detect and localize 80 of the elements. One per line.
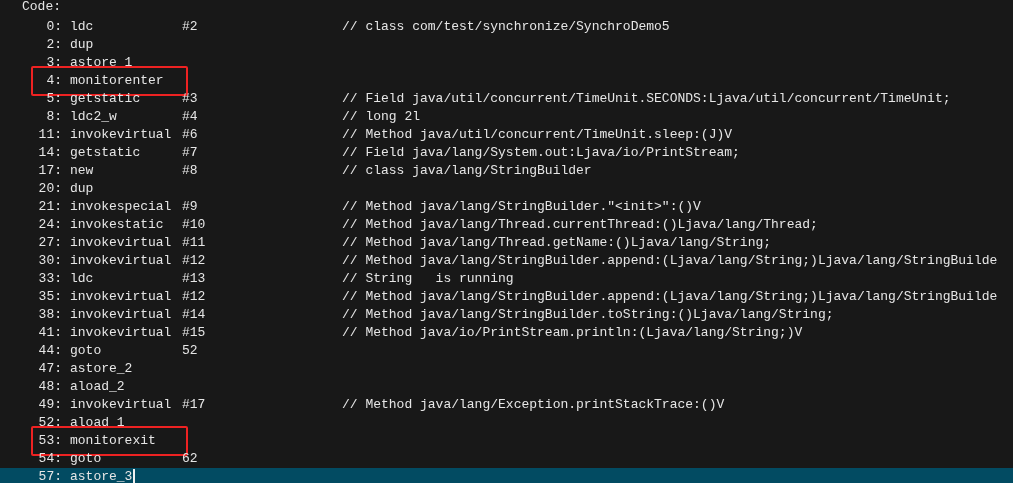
bytecode-offset: 17:: [37, 162, 62, 180]
bytecode-offset: 47:: [37, 360, 62, 378]
bytecode-offset: 11:: [37, 126, 62, 144]
code-comment: // class java/lang/StringBuilder: [342, 162, 592, 180]
opcode: ldc: [70, 270, 95, 288]
opcode: invokestatic: [70, 216, 165, 234]
code-comment: // Method java/io/PrintStream.println:(Ljava/lang/String;)V: [342, 324, 803, 342]
bytecode-offset: 4:: [45, 72, 62, 90]
operand: #10: [182, 216, 207, 234]
code-comment: // Field java/lang/System.out:Ljava/io/PrintStream;: [342, 144, 740, 162]
operand: #8: [182, 162, 199, 180]
code-comment: // Method java/lang/Thread.getName:()Ljava/lang/String;: [342, 234, 772, 252]
opcode: invokevirtual: [70, 234, 173, 252]
opcode: invokevirtual: [70, 126, 173, 144]
bytecode-offset: 20:: [37, 180, 62, 198]
bytecode-offset: 24:: [37, 216, 62, 234]
opcode: invokevirtual: [70, 324, 173, 342]
code-label: Code:: [21, 0, 62, 16]
bytecode-offset: 33:: [37, 270, 62, 288]
code-comment: // Method java/lang/StringBuilder."<init>":()V: [342, 198, 701, 216]
code-comment: // Method java/lang/StringBuilder.append:(Ljava/lang/String;)Ljava/lang/StringBuilde: [342, 288, 998, 306]
opcode: monitorexit: [70, 432, 157, 450]
code-comment: // Method java/lang/StringBuilder.toString:()Ljava/lang/String;: [342, 306, 834, 324]
opcode: dup: [70, 36, 95, 54]
bytecode-offset: 21:: [37, 198, 62, 216]
bytecode-offset: 35:: [37, 288, 62, 306]
operand: #15: [182, 324, 207, 342]
opcode: ldc2_w: [70, 108, 118, 126]
bytecode-offset: 0:: [45, 18, 62, 36]
opcode: getstatic: [70, 144, 142, 162]
operand: #7: [182, 144, 199, 162]
bytecode-offset: 3:: [45, 54, 62, 72]
bytecode-offset: 49:: [37, 396, 62, 414]
bytecode-offset: 27:: [37, 234, 62, 252]
opcode: invokespecial: [70, 198, 173, 216]
code-comment: // Method java/lang/Thread.currentThread:()Ljava/lang/Thread;: [342, 216, 818, 234]
operand: #17: [182, 396, 207, 414]
operand: 52: [182, 342, 199, 360]
text-cursor: [133, 468, 136, 483]
code-comment: // Method java/lang/StringBuilder.append:(Ljava/lang/String;)Ljava/lang/StringBuilde: [342, 252, 998, 270]
code-comment: // String is running: [342, 270, 514, 288]
bytecode-offset: 53:: [37, 432, 62, 450]
opcode: invokevirtual: [70, 288, 173, 306]
opcode: goto: [70, 342, 103, 360]
operand: #3: [182, 90, 199, 108]
opcode: invokevirtual: [70, 252, 173, 270]
bytecode-offset: 48:: [37, 378, 62, 396]
bytecode-offset: 41:: [37, 324, 62, 342]
code-comment: // Method java/util/concurrent/TimeUnit.sleep:(J)V: [342, 126, 733, 144]
code-comment: // Method java/lang/Exception.printStackTrace:()V: [342, 396, 725, 414]
opcode: new: [70, 162, 95, 180]
bytecode-offset: 44:: [37, 342, 62, 360]
code-comment: // Field java/util/concurrent/TimeUnit.SECONDS:Ljava/util/concurrent/TimeUnit;: [342, 90, 951, 108]
operand: #12: [182, 252, 207, 270]
opcode: dup: [70, 180, 95, 198]
bytecode-offset: 30:: [37, 252, 62, 270]
bytecode-offset: 38:: [37, 306, 62, 324]
operand: #2: [182, 18, 199, 36]
operand: #12: [182, 288, 207, 306]
operand: #4: [182, 108, 199, 126]
opcode: astore_2: [70, 360, 134, 378]
opcode: invokevirtual: [70, 306, 173, 324]
operand: #6: [182, 126, 199, 144]
operand: #11: [182, 234, 207, 252]
operand: #9: [182, 198, 199, 216]
bytecode-offset: 57:: [37, 468, 62, 483]
opcode: ldc: [70, 18, 95, 36]
operand: #14: [182, 306, 207, 324]
operand: 62: [182, 450, 199, 468]
opcode: aload_2: [70, 378, 126, 396]
bytecode-offset: 2:: [45, 36, 62, 54]
code-comment: // class com/test/synchronize/SynchroDemo5: [342, 18, 670, 36]
opcode: monitorenter: [70, 72, 165, 90]
bytecode-offset: 14:: [37, 144, 62, 162]
opcode: invokevirtual: [70, 396, 173, 414]
bytecode-offset: 8:: [45, 108, 62, 126]
bytecode-offset: 52:: [37, 414, 62, 432]
code-comment: // long 2l: [342, 108, 420, 126]
operand: #13: [182, 270, 207, 288]
opcode: astore_3: [70, 468, 182, 483]
